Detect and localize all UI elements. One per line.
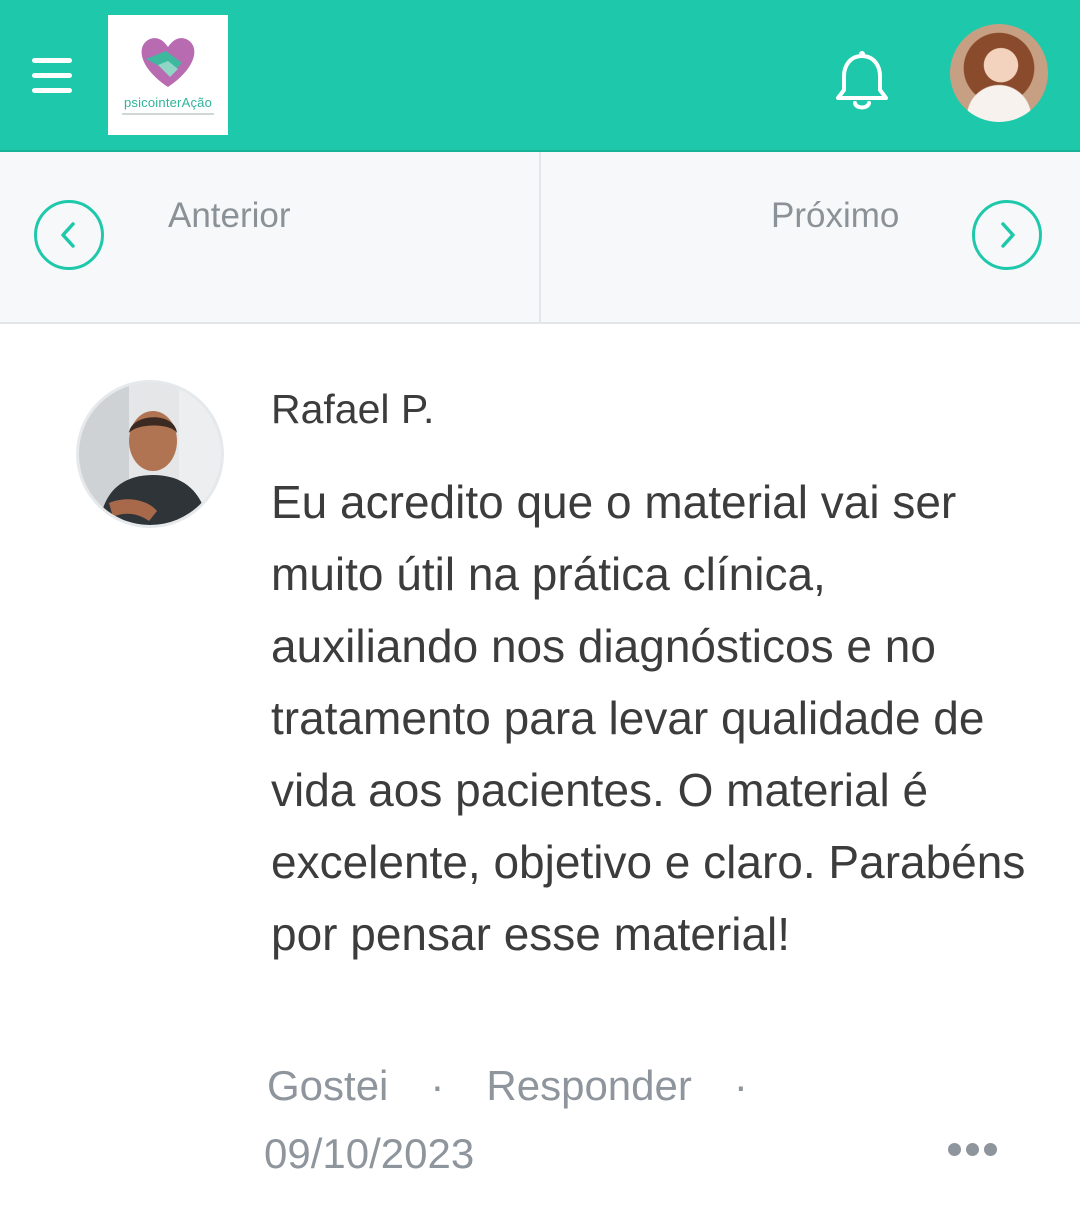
- separator-dot: ·: [430, 1062, 445, 1109]
- chevron-right-icon: [972, 200, 1042, 270]
- lesson-navigation: Anterior Próximo: [0, 152, 1080, 324]
- comment-actions: Gostei · Responder ·: [267, 1062, 790, 1110]
- comment-author[interactable]: Rafael P.: [271, 386, 434, 433]
- user-avatar[interactable]: [950, 24, 1048, 122]
- previous-button[interactable]: Anterior: [0, 152, 539, 322]
- logo-text: psicointerAção: [123, 95, 213, 110]
- bell-icon[interactable]: [834, 48, 890, 112]
- previous-label: Anterior: [168, 196, 291, 235]
- chevron-left-icon: [34, 200, 104, 270]
- more-options-icon[interactable]: [948, 1143, 1002, 1161]
- handshake-heart-icon: [141, 38, 195, 87]
- next-label: Próximo: [771, 196, 900, 235]
- commenter-avatar[interactable]: [76, 380, 224, 528]
- logo-tagline-line: [122, 113, 214, 115]
- hamburger-menu-icon[interactable]: [32, 58, 72, 98]
- comment-text: Eu acredito que o material vai ser muito…: [271, 476, 1026, 960]
- like-button[interactable]: Gostei: [267, 1062, 388, 1109]
- brand-logo[interactable]: psicointerAção: [108, 15, 228, 135]
- reply-button[interactable]: Responder: [486, 1062, 691, 1109]
- top-app-bar: psicointerAção: [0, 0, 1080, 152]
- next-button[interactable]: Próximo: [541, 152, 1080, 322]
- comment-date: 09/10/2023: [264, 1130, 475, 1177]
- separator-dot: ·: [733, 1062, 748, 1109]
